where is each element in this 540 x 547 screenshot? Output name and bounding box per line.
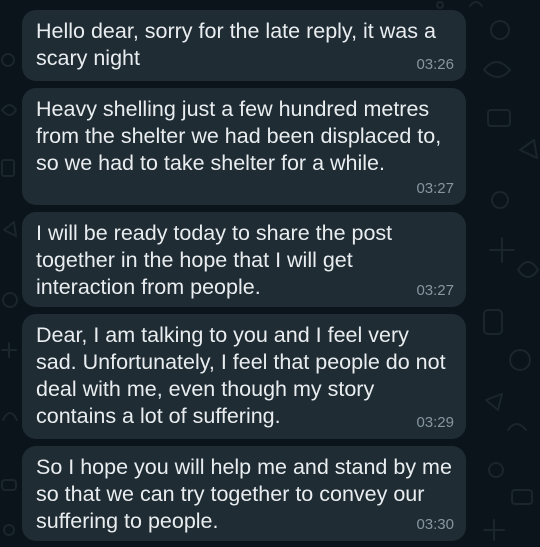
message-text: Dear, I am talking to you and I feel ver… [36,323,446,428]
chat-window[interactable]: Hello dear, sorry for the late reply, it… [0,0,540,547]
message-timestamp: 03:26 [416,56,454,73]
message-bubble[interactable]: So I hope you will help me and stand by … [22,446,466,541]
message-text: Hello dear, sorry for the late reply, it… [36,19,436,70]
message-timestamp: 03:30 [416,516,454,533]
message-bubble[interactable]: Dear, I am talking to you and I feel ver… [22,314,466,439]
message-text: I will be ready today to share the post … [36,221,393,299]
message-text: Heavy shelling just a few hundred metres… [36,97,442,175]
message-bubble[interactable]: Hello dear, sorry for the late reply, it… [22,10,466,81]
message-timestamp: 03:27 [416,282,454,299]
message-timestamp: 03:27 [416,180,454,197]
message-timestamp: 03:29 [416,414,454,431]
message-bubble[interactable]: Heavy shelling just a few hundred metres… [22,88,466,205]
message-text: So I hope you will help me and stand by … [36,455,452,533]
message-bubble[interactable]: I will be ready today to share the post … [22,212,466,307]
